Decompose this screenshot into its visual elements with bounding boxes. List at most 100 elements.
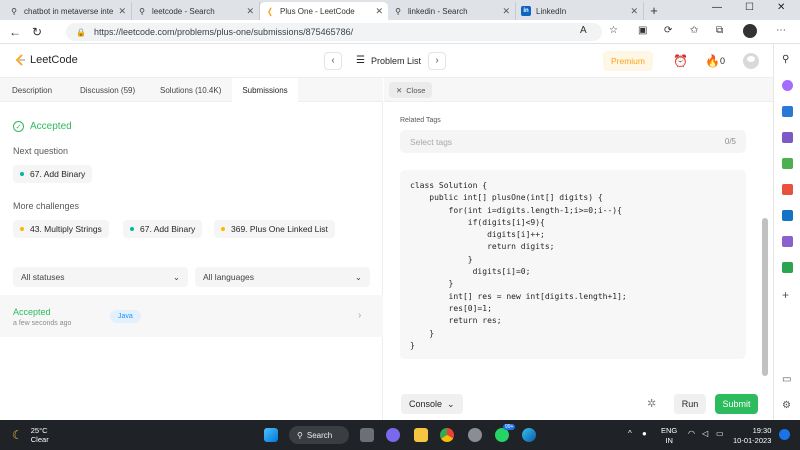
settings-gear-icon[interactable]: ⚙ xyxy=(782,400,793,411)
submission-row[interactable]: Accepted a few seconds ago Java › xyxy=(0,295,383,337)
time: 19:30 xyxy=(752,426,772,435)
language-filter-select[interactable]: All languages ⌄ xyxy=(195,267,370,287)
tab-description[interactable]: Description xyxy=(12,78,52,102)
submit-label: Submit xyxy=(722,399,751,409)
favorites-list-icon[interactable]: ✩ xyxy=(690,25,698,36)
scrollbar[interactable] xyxy=(761,108,769,378)
office-icon[interactable] xyxy=(782,184,793,195)
check-circle-icon: ✓ xyxy=(13,121,24,132)
weather-widget[interactable]: ☾ 25°C Clear xyxy=(12,426,49,444)
language-line2: IN xyxy=(665,436,673,445)
refresh-icon[interactable]: ↻ xyxy=(26,25,48,39)
tab-submissions[interactable]: Submissions xyxy=(232,78,298,102)
windows-start-icon[interactable] xyxy=(264,428,278,442)
wifi-icon[interactable]: ◠ xyxy=(688,429,695,438)
close-icon[interactable]: ✕ xyxy=(118,6,126,17)
status-filter-select[interactable]: All statuses ⌄ xyxy=(13,267,188,287)
discover-icon[interactable] xyxy=(782,80,793,91)
leetcode-icon: ❬ xyxy=(266,6,274,16)
windows-taskbar: ☾ 25°C Clear ⚲ Search 99+ ^ ● ENG IN ◠ ◁… xyxy=(0,420,800,450)
debug-bug-icon[interactable]: ✲ xyxy=(647,397,656,410)
browser-tab-4[interactable]: ⚲ linkedin - Search ✕ xyxy=(388,2,516,20)
fire-streak-icon[interactable]: 🔥 xyxy=(705,54,720,68)
browser-tab-1[interactable]: ⚲ chatbot in metaverse inte ✕ xyxy=(4,2,132,20)
console-label: Console xyxy=(409,399,443,409)
task-view-icon[interactable] xyxy=(360,428,374,442)
chevron-right-icon: › xyxy=(358,310,362,321)
challenge-chip-1[interactable]: 43. Multiply Strings xyxy=(13,220,109,238)
submission-status: Accepted xyxy=(13,307,51,317)
search-icon[interactable]: ⚲ xyxy=(782,54,793,65)
next-question-chip[interactable]: 67. Add Binary xyxy=(13,165,93,183)
teams-chat-icon[interactable] xyxy=(386,428,400,442)
clock[interactable]: 19:30 10-01-2023 xyxy=(733,426,771,446)
profile-icon[interactable] xyxy=(743,24,757,38)
back-arrow-icon[interactable]: ← xyxy=(4,25,26,39)
chrome-icon[interactable] xyxy=(440,428,454,442)
collections-icon[interactable]: ⧉ xyxy=(716,25,723,36)
taskbar-search[interactable]: ⚲ Search xyxy=(289,426,349,444)
tray-app-icon[interactable]: ● xyxy=(642,429,647,438)
prev-problem-button[interactable]: ‹ xyxy=(324,52,342,70)
browser-tab-5[interactable]: in LinkedIn ✕ xyxy=(516,2,644,20)
problem-list-button[interactable]: ☰ Problem List xyxy=(356,55,421,66)
browser-tab-2[interactable]: ⚲ leetcode - Search ✕ xyxy=(132,2,260,20)
challenge-chip-3[interactable]: 369. Plus One Linked List xyxy=(214,220,335,238)
close-icon[interactable]: ✕ xyxy=(502,6,510,17)
settings-icon[interactable] xyxy=(468,428,482,442)
console-button[interactable]: Console ⌄ xyxy=(401,394,463,414)
sidebar-toggle-icon[interactable]: ▭ xyxy=(782,374,793,385)
file-explorer-icon[interactable] xyxy=(414,428,428,442)
minimize-icon[interactable]: — xyxy=(712,2,722,13)
chevron-down-icon: ⌄ xyxy=(354,271,362,282)
address-bar[interactable]: 🔒 https://leetcode.com/problems/plus-one… xyxy=(66,23,602,41)
browser-tab-3[interactable]: ❬ Plus One - LeetCode ✕ xyxy=(260,2,388,20)
designer-icon[interactable] xyxy=(782,236,793,247)
chip-label: 369. Plus One Linked List xyxy=(231,224,328,234)
premium-button[interactable]: Premium xyxy=(603,51,653,71)
close-icon[interactable]: ✕ xyxy=(375,6,383,17)
tags-select[interactable]: Select tags 0/5 xyxy=(400,130,746,153)
close-icon[interactable]: ✕ xyxy=(246,6,254,17)
close-button[interactable]: ✕ Close xyxy=(389,82,433,98)
battery-icon[interactable]: ▭ xyxy=(716,429,724,438)
games-icon[interactable] xyxy=(782,158,793,169)
close-window-icon[interactable]: ✕ xyxy=(777,2,785,13)
tab-solutions[interactable]: Solutions (10.4K) xyxy=(160,78,221,102)
drop-icon[interactable] xyxy=(782,262,793,273)
volume-icon[interactable]: ◁ xyxy=(702,429,708,438)
whatsapp-icon[interactable] xyxy=(495,428,509,442)
notification-icon[interactable] xyxy=(779,429,790,440)
challenge-chip-2[interactable]: 67. Add Binary xyxy=(123,220,203,238)
extension-icon[interactable]: ▣ xyxy=(638,25,647,36)
sync-icon[interactable]: ⟳ xyxy=(664,25,672,36)
add-icon[interactable]: + xyxy=(782,288,793,302)
tools-icon[interactable] xyxy=(782,132,793,143)
leetcode-logo[interactable]: LeetCode xyxy=(14,54,78,66)
chip-label: 43. Multiply Strings xyxy=(30,224,102,234)
more-options-icon[interactable]: ⋯ xyxy=(776,25,786,36)
language-indicator[interactable]: ENG IN xyxy=(661,426,677,446)
chevron-up-icon[interactable]: ^ xyxy=(628,429,632,438)
more-challenges-title: More challenges xyxy=(13,201,80,211)
logo-text: LeetCode xyxy=(30,54,78,66)
address-row: ← ↻ 🔒 https://leetcode.com/problems/plus… xyxy=(0,20,800,44)
close-icon[interactable]: ✕ xyxy=(630,6,638,17)
next-problem-button[interactable]: › xyxy=(428,52,446,70)
edge-icon[interactable] xyxy=(522,428,536,442)
avatar[interactable] xyxy=(743,53,759,69)
difficulty-dot xyxy=(20,172,24,176)
tab-discussion[interactable]: Discussion (59) xyxy=(80,78,135,102)
maximize-icon[interactable]: ☐ xyxy=(745,2,754,13)
outlook-icon[interactable] xyxy=(782,210,793,221)
submit-button[interactable]: Submit xyxy=(715,394,758,414)
status-text: Accepted xyxy=(30,121,72,132)
run-button[interactable]: Run xyxy=(674,394,706,414)
leetcode-logo-icon xyxy=(15,54,25,66)
scrollbar-thumb[interactable] xyxy=(762,218,768,376)
shopping-icon[interactable] xyxy=(782,106,793,117)
alarm-clock-icon[interactable]: ⏰ xyxy=(673,54,688,68)
favorite-icon[interactable]: ☆ xyxy=(609,25,618,36)
read-aloud-icon[interactable]: A xyxy=(580,25,587,36)
new-tab-button[interactable]: + xyxy=(644,2,664,20)
